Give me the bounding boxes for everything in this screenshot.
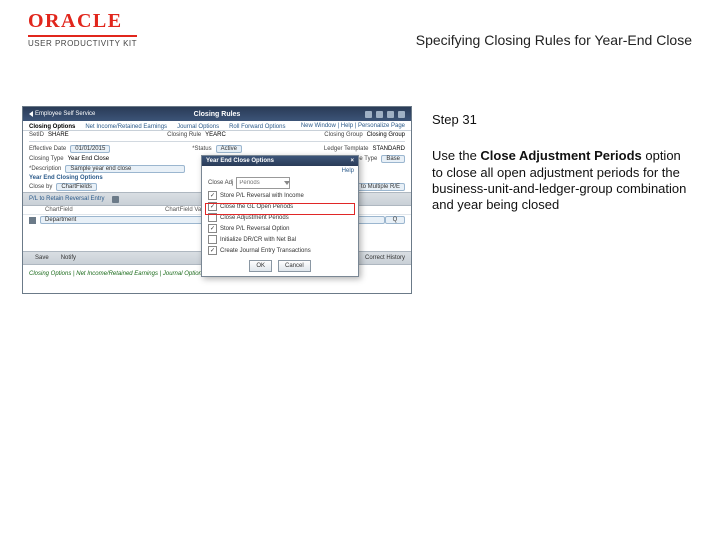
closing-type-value: Year End Close (68, 156, 109, 162)
close-icon[interactable]: × (350, 158, 354, 164)
oracle-logo: ORACLE (28, 10, 137, 33)
sep (29, 141, 405, 142)
cancel-button[interactable]: Cancel (278, 260, 311, 272)
instruction-column: Step 31 Use the Close Adjustment Periods… (432, 112, 692, 213)
titlebar-icons (365, 111, 411, 118)
modal-option-row: ✓Close the GL Open Periods (202, 201, 358, 212)
closing-rule-label: Closing Rule (167, 132, 201, 138)
description-input[interactable]: Sample year end close (65, 165, 185, 173)
search-icon[interactable] (376, 111, 383, 118)
row-handle-icon[interactable] (29, 217, 36, 224)
status-value[interactable]: Active (216, 145, 242, 153)
pl-reversal-link[interactable]: P/L to Retain Reversal Entry (29, 196, 104, 202)
lookup-button[interactable]: Q (385, 216, 405, 224)
instruction-bold: Close Adjustment Periods (480, 148, 641, 163)
branding: ORACLE USER PRODUCTIVITY KIT (28, 10, 137, 48)
chevron-down-icon[interactable] (284, 181, 290, 185)
closing-type-label: Closing Type (29, 156, 64, 162)
save-button[interactable]: Save (35, 255, 49, 261)
close-adj-label: Close Adj (208, 180, 233, 186)
checkbox[interactable]: ✓ (208, 191, 217, 200)
checkbox[interactable]: ✓ (208, 202, 217, 211)
tab-journal-options[interactable]: Journal Options (177, 124, 219, 130)
modal-option-row: Initialize DR/CR with Net Bal (202, 234, 358, 245)
modal-help-link[interactable]: Help (202, 166, 358, 176)
close-by-value[interactable]: ChartFields (56, 183, 97, 191)
ledger-template-value: STANDARD (372, 146, 405, 152)
notifications-icon[interactable] (387, 111, 394, 118)
back-label: Employee Self Service (35, 111, 95, 117)
description-label: *Description (29, 166, 61, 172)
close-adj-input[interactable] (236, 177, 290, 189)
tab-roll-forward[interactable]: Roll Forward Options (229, 124, 285, 130)
page-title: Specifying Closing Rules for Year-End Cl… (416, 32, 692, 48)
eff-date-value[interactable]: 01/01/2015 (70, 145, 110, 153)
screenshot: Employee Self Service Closing Rules New … (22, 106, 412, 294)
modal-option-label: Close Adjustment Periods (220, 215, 289, 221)
grid-h1 (29, 207, 45, 213)
closing-group-value: Closing Group (367, 132, 405, 138)
ledger-template-label: Ledger Template (324, 146, 369, 152)
tab-closing-options[interactable]: Closing Options (29, 124, 75, 130)
modal-title: Year End Close Options (206, 158, 274, 164)
section-title: Year End Closing Options (29, 175, 103, 181)
close-adj-row: Close Adj (202, 176, 358, 190)
modal-option-label: Close the GL Open Periods (220, 204, 293, 210)
brand-rule (28, 35, 137, 37)
window-titlebar: Employee Self Service Closing Rules (23, 107, 411, 121)
setid-label: SetID (29, 132, 44, 138)
modal-titlebar: Year End Close Options × (202, 156, 358, 166)
closing-rule-value: YEARC (205, 132, 226, 138)
chevron-left-icon (29, 111, 33, 117)
close-by-label: Close by (29, 184, 52, 190)
help-icon[interactable] (112, 196, 119, 203)
modal-option-row: Close Adjustment Periods (202, 212, 358, 223)
grid-h2: ChartField (45, 207, 165, 213)
modal-option-row: ✓Store P/L Reversal Option (202, 223, 358, 234)
info-row-2: Effective Date 01/01/2015 *Status Active… (23, 144, 411, 154)
notify-button[interactable]: Notify (61, 255, 76, 261)
modal-option-row: ✓Create Journal Entry Transactions (202, 245, 358, 256)
modal-option-row: ✓Store P/L Reversal with Income (202, 190, 358, 201)
year-end-close-options-dialog: Year End Close Options × Help Close Adj … (201, 155, 359, 277)
checkbox[interactable] (208, 235, 217, 244)
correct-history-button[interactable]: Correct History (365, 255, 405, 261)
checkbox[interactable] (208, 213, 217, 222)
closing-group-label: Closing Group (324, 132, 362, 138)
modal-option-label: Create Journal Entry Transactions (220, 248, 311, 254)
breadcrumb[interactable]: New Window | Help | Personalize Page (301, 123, 405, 129)
eff-date-label: Effective Date (29, 146, 66, 152)
instruction-before: Use the (432, 148, 480, 163)
checkbox[interactable]: ✓ (208, 246, 217, 255)
back-button[interactable]: Employee Self Service (23, 111, 101, 117)
currency-close-type-value[interactable]: Base (381, 155, 405, 163)
upk-label: USER PRODUCTIVITY KIT (28, 39, 137, 48)
status-label: *Status (192, 146, 211, 152)
checkbox[interactable]: ✓ (208, 224, 217, 233)
setid-value: SHARE (48, 132, 69, 138)
modal-buttons: OK Cancel (202, 256, 358, 276)
instruction-text: Use the Close Adjustment Periods option … (432, 148, 692, 213)
modal-option-label: Store P/L Reversal Option (220, 226, 289, 232)
step-number: Step 31 (432, 112, 692, 128)
modal-option-label: Initialize DR/CR with Net Bal (220, 237, 296, 243)
info-row-1: SetID SHARE Closing Rule YEARC Closing G… (23, 131, 411, 139)
home-icon[interactable] (365, 111, 372, 118)
nav-icon[interactable] (398, 111, 405, 118)
modal-option-label: Store P/L Reversal with Income (220, 193, 304, 199)
tab-net-income[interactable]: Net Income/Retained Earnings (85, 124, 167, 130)
ok-button[interactable]: OK (249, 260, 272, 272)
